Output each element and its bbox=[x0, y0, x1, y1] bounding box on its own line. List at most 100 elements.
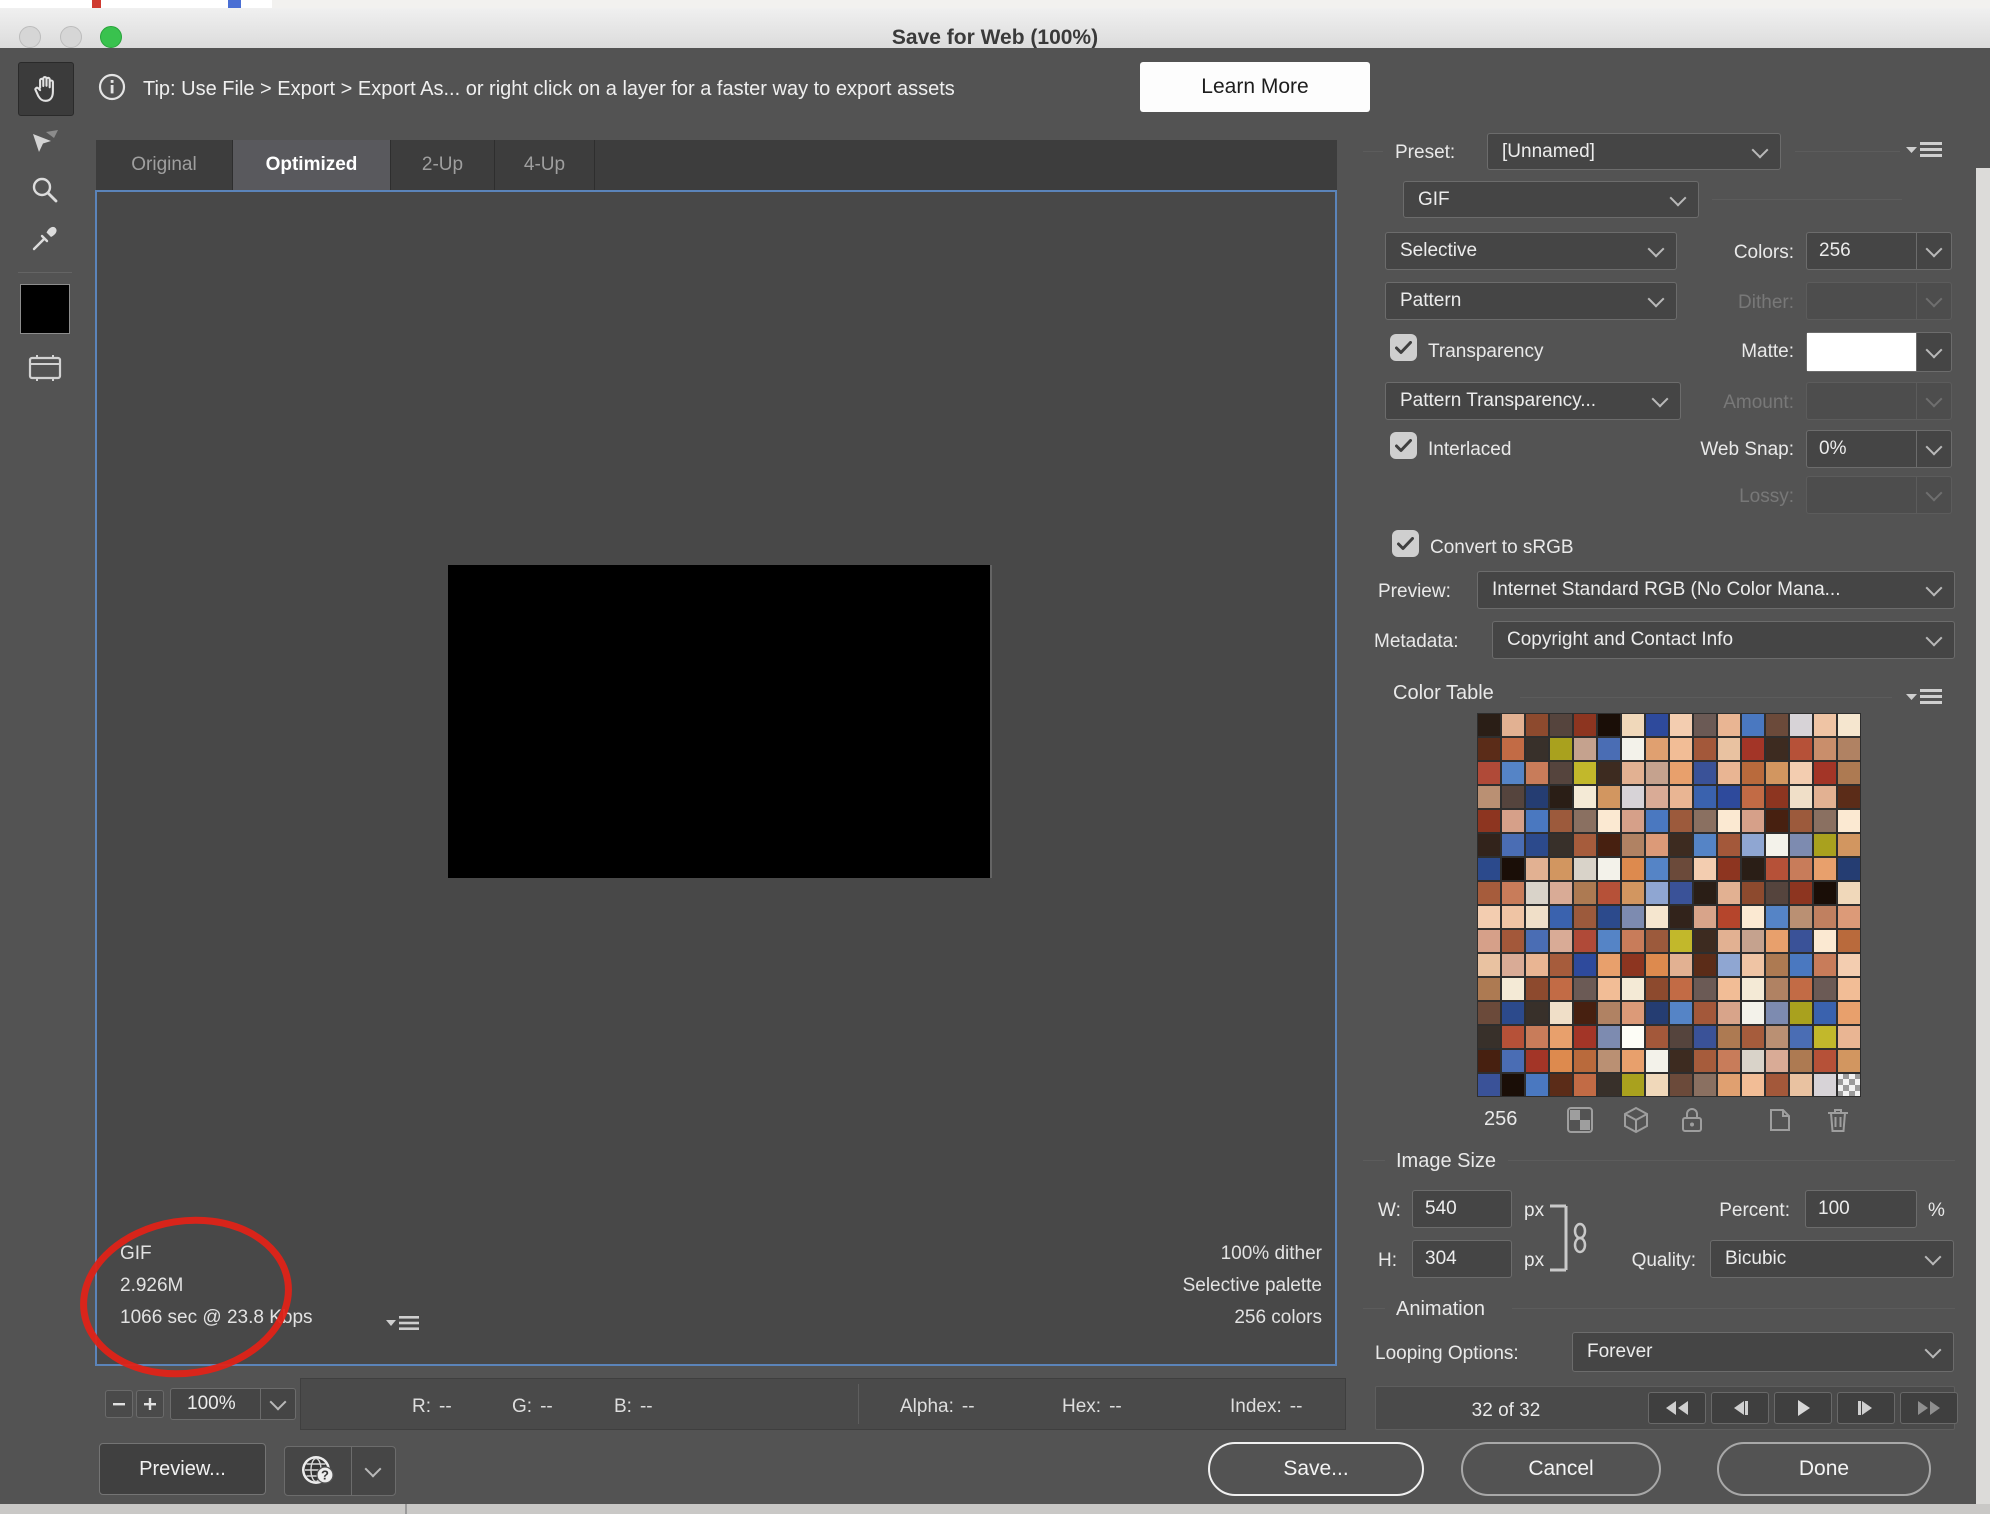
color-swatch[interactable] bbox=[1645, 713, 1669, 737]
color-swatch[interactable] bbox=[1645, 1073, 1669, 1097]
color-swatch[interactable] bbox=[1813, 785, 1837, 809]
color-swatch[interactable] bbox=[1669, 977, 1693, 1001]
color-swatch[interactable] bbox=[1741, 857, 1765, 881]
color-swatch[interactable] bbox=[1525, 881, 1549, 905]
color-swatch[interactable] bbox=[1741, 953, 1765, 977]
zoom-out-button[interactable] bbox=[105, 1390, 133, 1418]
color-swatch[interactable] bbox=[1597, 1073, 1621, 1097]
color-swatch[interactable] bbox=[1789, 881, 1813, 905]
color-swatch[interactable] bbox=[1573, 881, 1597, 905]
transparency-checkbox[interactable] bbox=[1390, 334, 1417, 361]
color-swatch[interactable] bbox=[1789, 1073, 1813, 1097]
color-swatch[interactable] bbox=[1669, 857, 1693, 881]
done-button[interactable]: Done bbox=[1717, 1442, 1931, 1496]
color-swatch[interactable] bbox=[1645, 977, 1669, 1001]
color-swatch[interactable] bbox=[1741, 977, 1765, 1001]
color-swatch[interactable] bbox=[1525, 905, 1549, 929]
color-swatch[interactable] bbox=[1837, 809, 1861, 833]
color-swatch[interactable] bbox=[1669, 929, 1693, 953]
color-swatch[interactable] bbox=[1813, 857, 1837, 881]
color-swatch[interactable] bbox=[1501, 905, 1525, 929]
color-swatch[interactable] bbox=[1525, 737, 1549, 761]
color-swatch[interactable] bbox=[1573, 1049, 1597, 1073]
color-swatch[interactable] bbox=[1693, 905, 1717, 929]
color-swatch[interactable] bbox=[1789, 905, 1813, 929]
color-swatch[interactable] bbox=[1597, 809, 1621, 833]
color-swatch[interactable] bbox=[1765, 1049, 1789, 1073]
color-swatch[interactable] bbox=[1765, 1025, 1789, 1049]
color-swatch[interactable] bbox=[1813, 761, 1837, 785]
color-swatch[interactable] bbox=[1501, 929, 1525, 953]
color-swatch[interactable] bbox=[1669, 761, 1693, 785]
color-swatch[interactable] bbox=[1621, 833, 1645, 857]
color-swatch[interactable] bbox=[1813, 929, 1837, 953]
toggle-slices-visibility-button[interactable] bbox=[18, 346, 72, 390]
color-swatch[interactable] bbox=[1621, 929, 1645, 953]
color-swatch[interactable] bbox=[1645, 1049, 1669, 1073]
color-swatch[interactable] bbox=[1813, 1001, 1837, 1025]
color-swatch[interactable] bbox=[1741, 737, 1765, 761]
view-tab-2up[interactable]: 2-Up bbox=[391, 140, 495, 190]
color-swatch[interactable] bbox=[1621, 1025, 1645, 1049]
color-swatch[interactable] bbox=[1717, 977, 1741, 1001]
color-swatch[interactable] bbox=[1597, 785, 1621, 809]
color-swatch[interactable] bbox=[1621, 953, 1645, 977]
color-swatch[interactable] bbox=[1765, 1001, 1789, 1025]
color-swatch[interactable] bbox=[1741, 1073, 1765, 1097]
color-swatch[interactable] bbox=[1645, 881, 1669, 905]
web-shift-button[interactable] bbox=[1620, 1104, 1652, 1136]
color-swatch[interactable] bbox=[1477, 953, 1501, 977]
color-swatch[interactable] bbox=[1765, 737, 1789, 761]
color-swatch[interactable] bbox=[1765, 953, 1789, 977]
color-swatch[interactable] bbox=[1525, 1073, 1549, 1097]
color-swatch[interactable] bbox=[1477, 881, 1501, 905]
color-swatch[interactable] bbox=[1621, 1073, 1645, 1097]
color-swatch[interactable] bbox=[1501, 1049, 1525, 1073]
color-swatch[interactable] bbox=[1837, 785, 1861, 809]
color-swatch[interactable] bbox=[1621, 977, 1645, 1001]
color-swatch[interactable] bbox=[1693, 977, 1717, 1001]
color-swatch[interactable] bbox=[1717, 857, 1741, 881]
color-swatch[interactable] bbox=[1621, 737, 1645, 761]
percent-field[interactable]: 100 bbox=[1805, 1190, 1917, 1228]
color-swatch[interactable] bbox=[1477, 929, 1501, 953]
play-button[interactable] bbox=[1774, 1392, 1832, 1424]
color-swatch[interactable] bbox=[1741, 785, 1765, 809]
color-swatch[interactable] bbox=[1645, 737, 1669, 761]
color-swatch[interactable] bbox=[1501, 833, 1525, 857]
browser-select-chevron[interactable] bbox=[352, 1447, 395, 1495]
color-swatch[interactable] bbox=[1837, 761, 1861, 785]
color-swatch[interactable] bbox=[1597, 761, 1621, 785]
color-swatch[interactable] bbox=[1501, 713, 1525, 737]
first-frame-button[interactable] bbox=[1648, 1392, 1706, 1424]
color-swatch[interactable] bbox=[1717, 833, 1741, 857]
color-swatch[interactable] bbox=[1837, 1049, 1861, 1073]
color-swatch[interactable] bbox=[1597, 1001, 1621, 1025]
color-swatch[interactable] bbox=[1741, 1049, 1765, 1073]
color-swatch[interactable] bbox=[1597, 953, 1621, 977]
view-tab-optimized[interactable]: Optimized bbox=[233, 140, 391, 190]
color-swatch[interactable] bbox=[1789, 953, 1813, 977]
color-swatch[interactable] bbox=[1693, 1025, 1717, 1049]
looping-options-select[interactable]: Forever bbox=[1572, 1332, 1954, 1372]
colors-select[interactable]: 256 bbox=[1806, 232, 1952, 270]
color-swatch[interactable] bbox=[1573, 785, 1597, 809]
color-swatch[interactable] bbox=[1693, 833, 1717, 857]
color-swatch[interactable] bbox=[1765, 977, 1789, 1001]
color-swatch[interactable] bbox=[1549, 1025, 1573, 1049]
color-swatch[interactable] bbox=[1717, 1025, 1741, 1049]
color-swatch[interactable] bbox=[1717, 929, 1741, 953]
color-swatch[interactable] bbox=[1765, 833, 1789, 857]
color-swatch[interactable] bbox=[1573, 905, 1597, 929]
color-swatch[interactable] bbox=[1573, 737, 1597, 761]
color-swatch[interactable] bbox=[1669, 809, 1693, 833]
color-swatch[interactable] bbox=[1621, 905, 1645, 929]
color-swatch[interactable] bbox=[1477, 1001, 1501, 1025]
color-swatch[interactable] bbox=[1477, 1073, 1501, 1097]
color-swatch[interactable] bbox=[1645, 953, 1669, 977]
color-swatch[interactable] bbox=[1837, 929, 1861, 953]
color-swatch[interactable] bbox=[1717, 761, 1741, 785]
color-swatch[interactable] bbox=[1525, 713, 1549, 737]
color-swatch[interactable] bbox=[1693, 929, 1717, 953]
browser-preview-button[interactable]: ? bbox=[285, 1447, 352, 1495]
